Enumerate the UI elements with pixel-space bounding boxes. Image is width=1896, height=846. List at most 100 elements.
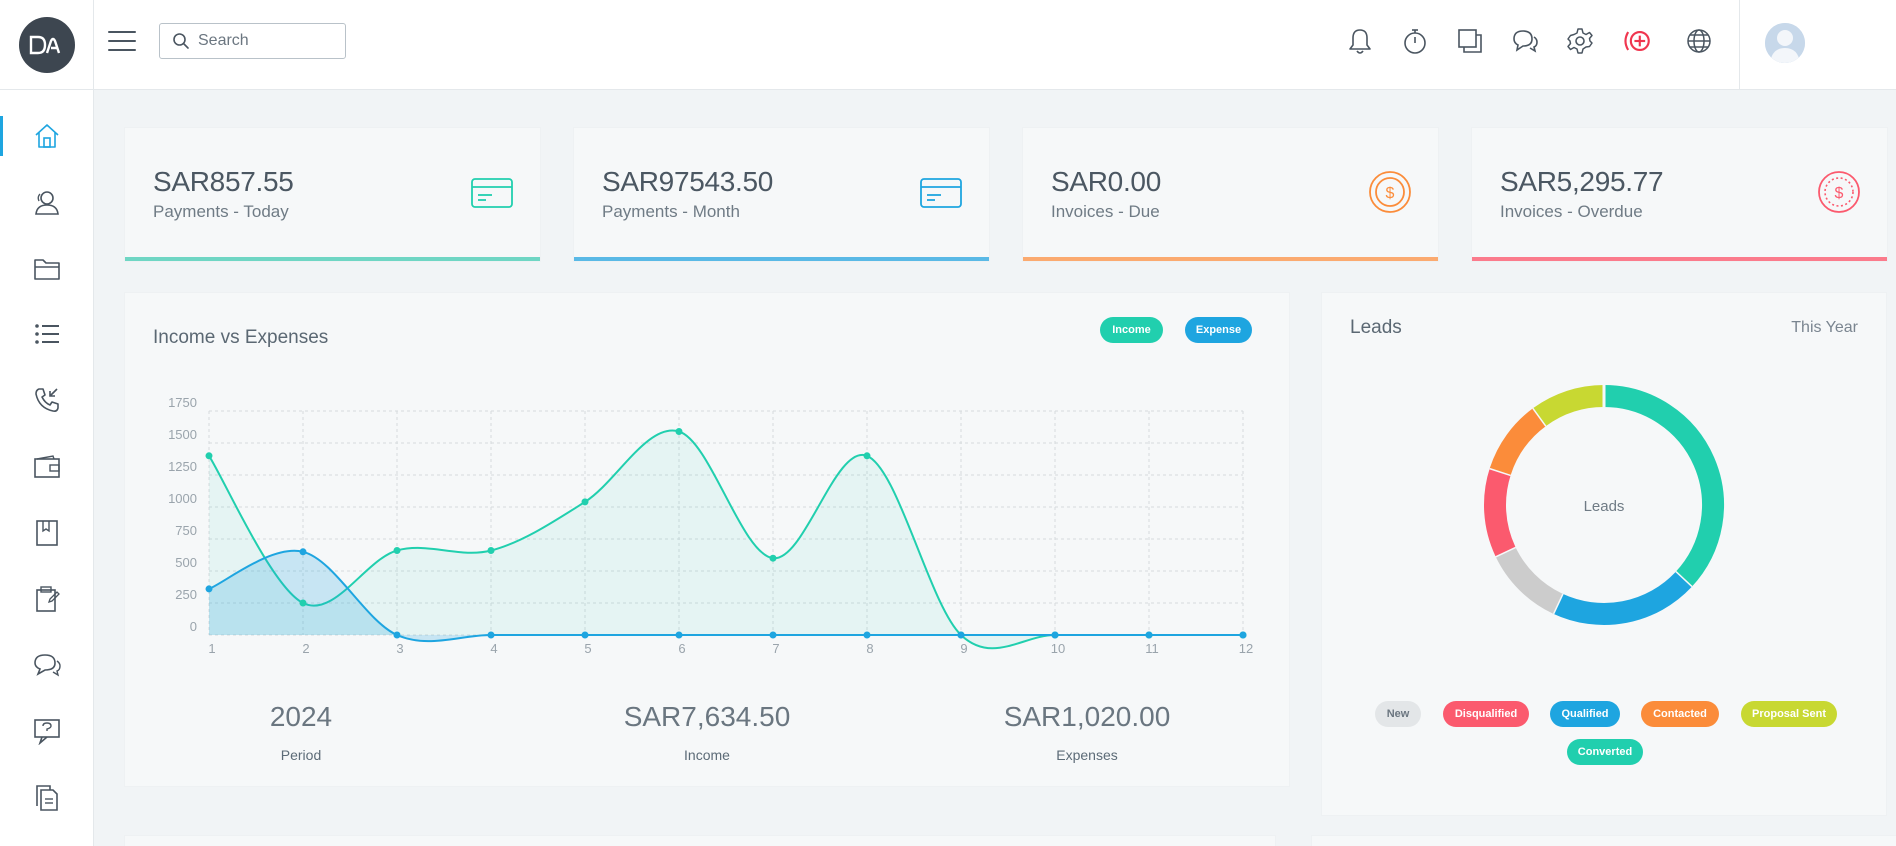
gear-icon[interactable] [1563, 24, 1597, 58]
add-circle-icon[interactable] [1621, 24, 1655, 58]
top-bar [0, 0, 1896, 90]
data-point-expense[interactable] [863, 631, 871, 639]
stat-amount: SAR0.00 [1051, 166, 1161, 197]
user-menu[interactable] [1739, 0, 1896, 90]
stat-label: Payments - Today [153, 202, 289, 221]
data-point-expense[interactable] [487, 631, 495, 639]
messages-icon [34, 654, 61, 677]
income-expenses-card: Income vs Expenses Income Expense 0 250 50… [125, 293, 1289, 786]
bottom-card [1312, 836, 1896, 846]
copy-icon[interactable] [1453, 24, 1487, 58]
sidebar-item-support[interactable] [0, 707, 94, 755]
search-icon [173, 33, 189, 49]
sidebar-item-messages[interactable] [0, 641, 94, 689]
sidebar-item-calls[interactable] [0, 376, 94, 424]
y-tick-label: 0 [190, 619, 197, 634]
legend-pill-qualified[interactable]: Qualified [1550, 701, 1620, 727]
data-point-income[interactable] [299, 599, 307, 607]
legend-pill-contacted[interactable]: Contacted [1641, 701, 1719, 727]
svg-text:$: $ [1835, 185, 1844, 202]
data-point-expense[interactable] [393, 631, 401, 639]
user-avatar-icon [1765, 23, 1805, 63]
legend-pill-new[interactable]: New [1375, 701, 1421, 727]
data-point-expense[interactable] [1239, 631, 1247, 639]
search-box[interactable] [159, 23, 346, 59]
legend-pill-converted[interactable]: Converted [1567, 739, 1643, 765]
book-icon [36, 520, 58, 546]
stat-amount: SAR97543.50 [602, 166, 774, 197]
stat-amount: SAR857.55 [153, 166, 294, 197]
data-point-expense[interactable] [1051, 631, 1059, 639]
donut-segment-proposal-sent[interactable] [1533, 385, 1605, 426]
data-point-expense[interactable] [299, 548, 307, 556]
stat-amount: SAR5,295.77 [1500, 166, 1664, 197]
donut-segment-converted[interactable] [1603, 385, 1724, 588]
app-logo[interactable] [18, 17, 75, 73]
leads-donut-chart: Leads [1484, 385, 1724, 625]
data-point-expense[interactable] [581, 631, 589, 639]
y-tick-label: 1000 [168, 491, 197, 506]
x-tick-label: 8 [866, 641, 873, 656]
stat-label: Invoices - Due [1051, 202, 1160, 221]
search-input[interactable] [198, 32, 338, 50]
donut-segment-disqualified[interactable] [1484, 467, 1516, 557]
stat-card-invoices-due[interactable]: SAR0.00 Invoices - Due $ [1023, 128, 1438, 261]
sidebar-item-contracts[interactable] [0, 575, 94, 623]
support-chat-icon [34, 719, 60, 745]
data-point-income[interactable] [769, 554, 777, 562]
legend-pill-proposal-sent[interactable]: Proposal Sent [1741, 701, 1837, 727]
folder-icon [34, 259, 60, 280]
data-point-expense[interactable] [205, 585, 213, 593]
x-tick-label: 3 [396, 641, 403, 656]
x-tick-label: 10 [1051, 641, 1065, 656]
sidebar-item-documents[interactable] [0, 774, 94, 822]
x-tick-label: 9 [960, 641, 967, 656]
legend-pill-disqualified[interactable]: Disqualified [1443, 701, 1529, 727]
data-point-income[interactable] [581, 498, 589, 506]
stat-card-payments-month[interactable]: SAR97543.50 Payments - Month [574, 128, 989, 261]
list-icon [35, 324, 59, 344]
data-point-expense[interactable] [1145, 631, 1153, 639]
data-point-income[interactable] [863, 452, 871, 460]
menu-toggle-icon[interactable] [108, 28, 136, 54]
x-tick-label: 5 [584, 641, 591, 656]
donut-segment-new[interactable] [1495, 546, 1563, 614]
avatar[interactable] [1765, 23, 1805, 63]
bell-icon[interactable] [1343, 24, 1377, 58]
timer-icon[interactable] [1398, 24, 1432, 58]
data-point-income[interactable] [393, 547, 401, 555]
summary-label: Expenses [1056, 747, 1118, 763]
data-point-expense[interactable] [957, 631, 965, 639]
y-tick-label: 750 [175, 523, 197, 538]
logo-mark-icon [29, 35, 60, 55]
donut-segment-qualified[interactable] [1552, 571, 1692, 625]
donut-center-label: Leads [1584, 498, 1625, 515]
sidebar-item-files[interactable] [0, 245, 94, 293]
sidebar-item-tasks[interactable] [0, 310, 94, 358]
wallet-icon [34, 455, 60, 478]
dollar-coin-icon: $ [1818, 171, 1860, 213]
chat-icon[interactable] [1508, 24, 1542, 58]
y-tick-label: 1500 [168, 427, 197, 442]
leads-card: Leads This Year Leads New Disqualified Qua… [1322, 293, 1886, 815]
contacts-icon [35, 191, 59, 215]
sidebar-item-contacts[interactable] [0, 178, 94, 226]
data-point-expense[interactable] [769, 631, 777, 639]
donut-segment-contacted[interactable] [1489, 407, 1547, 476]
dollar-coin-icon: $ [1369, 171, 1411, 213]
data-point-expense[interactable] [675, 631, 683, 639]
stat-card-invoices-overdue[interactable]: SAR5,295.77 Invoices - Overdue $ [1472, 128, 1887, 261]
sidebar-item-home[interactable] [0, 112, 94, 160]
x-tick-label: 4 [490, 641, 497, 656]
svg-text:$: $ [1386, 185, 1395, 202]
data-point-income[interactable] [205, 452, 213, 460]
data-point-income[interactable] [675, 427, 683, 435]
globe-icon[interactable] [1682, 24, 1716, 58]
stat-card-payments-today[interactable]: SAR857.55 Payments - Today [125, 128, 540, 261]
y-tick-label: 500 [175, 555, 197, 570]
data-point-income[interactable] [487, 547, 495, 555]
sidebar-item-wallet[interactable] [0, 443, 94, 491]
sidebar-item-knowledge[interactable] [0, 509, 94, 557]
credit-card-icon [471, 178, 513, 208]
stat-label: Invoices - Overdue [1500, 202, 1643, 221]
